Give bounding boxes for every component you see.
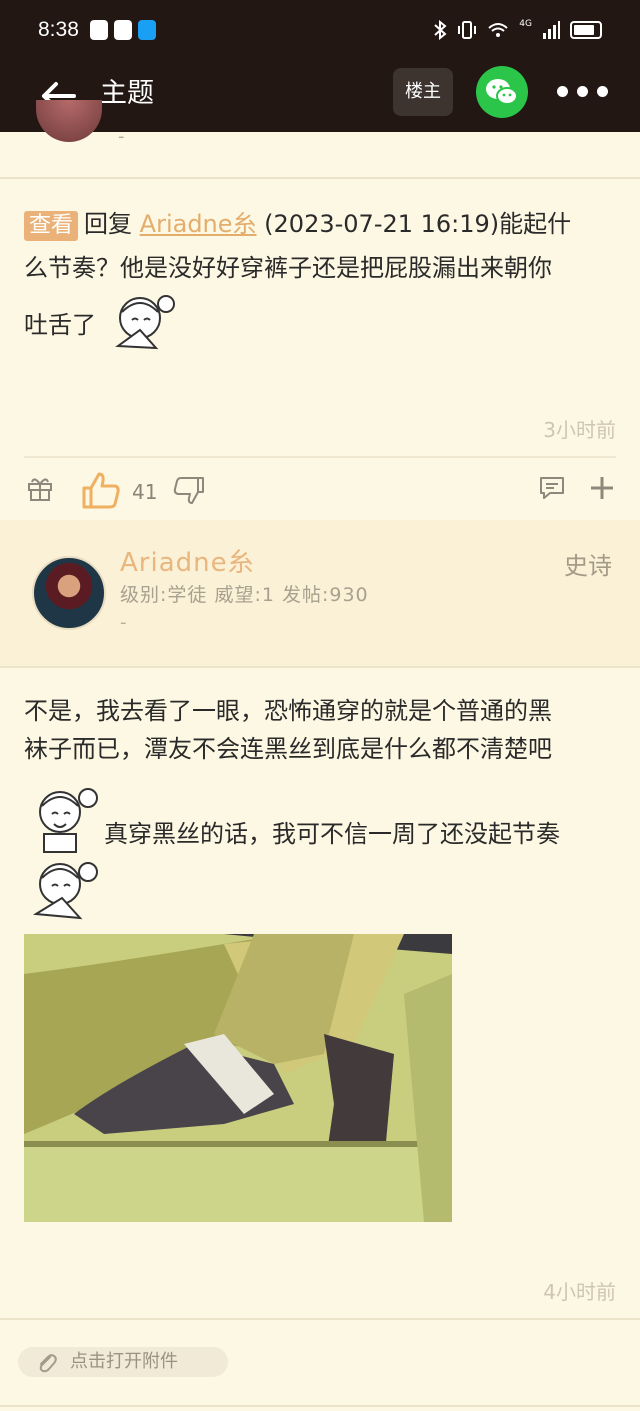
sticker-image <box>39 788 98 853</box>
avatar[interactable] <box>36 100 102 142</box>
reply-prefix: 回复 <box>84 210 133 238</box>
gift-icon[interactable] <box>26 474 54 502</box>
wifi-icon <box>488 23 508 37</box>
post-action-bar: 41 <box>0 456 640 522</box>
app-icon <box>114 20 132 40</box>
post-text-line: 真穿黑丝的话，我可不信一周了还没起节奏 <box>104 820 560 848</box>
bluetooth-icon <box>434 20 447 40</box>
post-time: 4小时前 <box>543 1280 616 1304</box>
author-extra: - <box>120 612 127 633</box>
wechat-share-button[interactable] <box>476 66 528 118</box>
view-reply-tag[interactable]: 查看 <box>24 211 79 241</box>
more-icon-dot <box>577 86 588 97</box>
post-header: Ariadne糸 级别:学徒 威望:1 发帖:930 - 史诗 <box>0 520 640 668</box>
more-icon-dot <box>597 86 608 97</box>
author-extra: - <box>118 126 125 147</box>
post-text-line: 袜子而已，潭友不会连黑丝到底是什么都不清楚吧 <box>24 735 552 763</box>
signal-icon <box>543 21 560 39</box>
post-text-line: 么节奏？他是没好好穿裤子还是把屁股漏出来朝你 <box>24 254 552 282</box>
more-menu-button[interactable] <box>557 86 608 97</box>
dislike-icon[interactable] <box>172 476 204 506</box>
status-bar: 8:38 4G <box>0 0 640 62</box>
divider <box>0 1318 640 1320</box>
notification-icons <box>90 20 156 40</box>
battery-icon <box>570 21 602 39</box>
author-name[interactable]: Ariadne糸 <box>120 542 255 579</box>
post-image[interactable] <box>24 934 452 1222</box>
rank-badge: 史诗 <box>564 552 612 580</box>
post-image-content <box>24 934 452 1222</box>
add-icon[interactable] <box>588 474 616 502</box>
sticker-image <box>32 862 98 920</box>
network-type: 4G <box>519 19 532 29</box>
open-attachment-button[interactable]: 点击打开附件 <box>18 1347 228 1377</box>
more-icon <box>557 86 568 97</box>
wechat-icon <box>486 79 518 105</box>
author-meta: 级别:学徒 威望:1 发帖:930 <box>120 584 369 606</box>
qq-icon <box>90 20 108 40</box>
avatar[interactable] <box>32 556 106 630</box>
divider <box>0 177 640 179</box>
like-icon[interactable] <box>80 470 122 510</box>
divider <box>0 666 640 668</box>
post-time: 3小时前 <box>543 418 616 442</box>
sticker-image <box>114 295 175 350</box>
page-title: 主题 <box>100 78 154 109</box>
system-icons: 4G <box>433 19 602 40</box>
owner-only-button[interactable]: 楼主 <box>393 68 453 116</box>
post-content: 查看 回复 Ariadne糸 (2023-07-21 16:19)能起什 么节奏？… <box>24 202 616 362</box>
reply-time: (2023-07-21 16:19) <box>264 210 500 238</box>
search-app-icon <box>138 20 156 40</box>
post-text-line: 能起什 <box>499 210 572 238</box>
divider <box>24 456 616 458</box>
vibrate-icon <box>458 21 477 39</box>
divider <box>0 1405 640 1407</box>
post-text-line: 不是，我去看了一眼，恐怖通穿的就是个普通的黑 <box>24 697 552 725</box>
like-count: 41 <box>132 480 158 504</box>
comment-icon[interactable] <box>538 474 566 502</box>
reply-user-link[interactable]: Ariadne糸 <box>140 210 257 238</box>
paperclip-icon <box>39 1354 57 1373</box>
post-content: 不是，我去看了一眼，恐怖通穿的就是个普通的黑 袜子而已，潭友不会连黑丝到底是什么… <box>24 692 616 768</box>
attachment-label: 点击打开附件 <box>70 1351 178 1372</box>
status-time: 8:38 <box>38 18 79 41</box>
post-text-line: 吐舌了 <box>24 311 96 339</box>
